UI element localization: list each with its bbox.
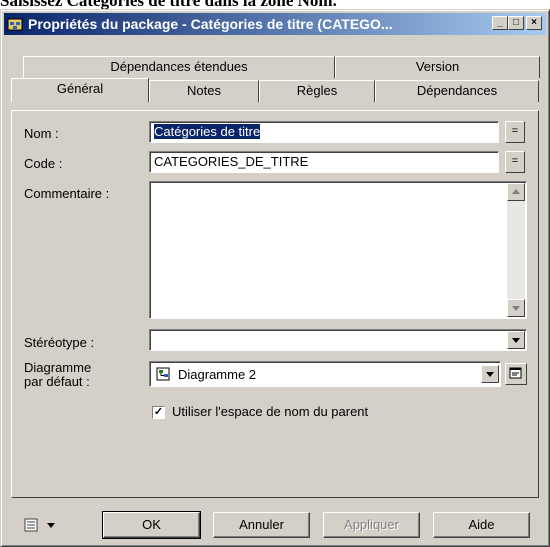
tab-dependances[interactable]: Dépendances (375, 80, 539, 102)
code-equals-button[interactable]: = (505, 151, 525, 173)
tab-notes[interactable]: Notes (149, 80, 259, 102)
list-menu-icon[interactable] (21, 514, 65, 538)
properties-icon[interactable] (505, 363, 527, 385)
code-input[interactable]: CATEGORIES_DE_TITRE (149, 151, 499, 173)
commentaire-label: Commentaire : (24, 186, 110, 201)
scroll-up-icon[interactable] (507, 183, 525, 201)
minimize-button[interactable]: _ (492, 16, 508, 30)
diagram-icon (156, 366, 172, 382)
diagramme-label: Diagramme par défaut : (24, 360, 92, 389)
code-input-value: CATEGORIES_DE_TITRE (154, 154, 309, 169)
instruction-caption: Saisissez Catégories de titre dans la zo… (0, 0, 337, 10)
annuler-button[interactable]: Annuler (213, 512, 310, 538)
nom-input-value: Catégories de titre (154, 124, 261, 139)
stereotype-label: Stéréotype : (24, 335, 95, 350)
commentaire-textarea[interactable] (149, 181, 527, 319)
diagramme-value: Diagramme 2 (178, 367, 257, 382)
aide-button[interactable]: Aide (433, 512, 530, 538)
tab-regles[interactable]: Règles (259, 80, 375, 102)
window-title: Propriétés du package - Catégories de ti… (28, 16, 393, 32)
tab-version[interactable]: Version (335, 56, 540, 78)
diagramme-select[interactable]: Diagramme 2 (149, 361, 501, 387)
scroll-down-icon[interactable] (507, 299, 525, 317)
diagramme-dropdown-icon[interactable] (481, 365, 499, 383)
ok-button[interactable]: OK (102, 511, 201, 539)
stereotype-dropdown-icon[interactable] (507, 331, 525, 349)
nom-input[interactable]: Catégories de titre (149, 121, 499, 143)
nom-equals-button[interactable]: = (505, 121, 525, 143)
commentaire-scrollbar[interactable] (507, 183, 525, 316)
general-panel: Nom : Catégories de titre = Code : CATEG… (11, 110, 539, 498)
title-bar[interactable]: Propriétés du package - Catégories de ti… (4, 13, 546, 35)
use-parent-namespace-checkbox[interactable]: ✓ (152, 406, 165, 419)
code-label: Code : (24, 156, 63, 171)
appliquer-button[interactable]: Appliquer (323, 512, 420, 538)
nom-label: Nom : (24, 126, 59, 141)
properties-dialog: Propriétés du package - Catégories de ti… (0, 9, 550, 547)
package-properties-icon (7, 16, 23, 32)
tab-general[interactable]: Général (11, 78, 149, 102)
tab-dependances-etendues[interactable]: Dépendances étendues (23, 56, 335, 78)
stereotype-select[interactable] (149, 329, 527, 351)
use-parent-namespace-label: Utiliser l'espace de nom du parent (172, 404, 369, 419)
maximize-button[interactable]: □ (508, 16, 524, 30)
close-button[interactable]: × (526, 16, 542, 30)
